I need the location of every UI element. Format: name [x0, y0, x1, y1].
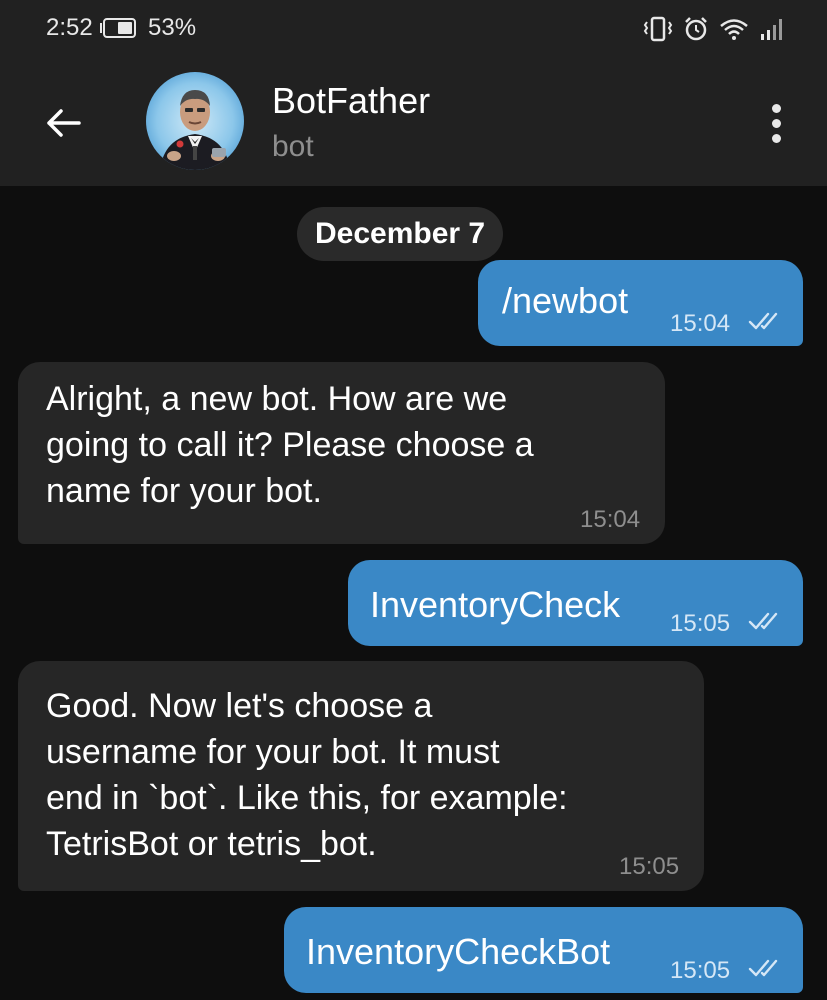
outgoing-message[interactable]: InventoryCheckBot 15:05 — [284, 907, 803, 993]
back-button[interactable] — [36, 96, 90, 150]
back-arrow-icon — [47, 109, 81, 137]
message-time: 15:05 — [619, 853, 680, 880]
message-time: 15:05 — [670, 610, 731, 637]
botfather-avatar-image — [160, 90, 230, 170]
chat-title[interactable]: BotFather — [272, 80, 430, 122]
message-time: 15:04 — [580, 506, 641, 533]
outgoing-message[interactable]: /newbot 15:04 — [478, 260, 803, 346]
chat-header: BotFather bot — [0, 58, 827, 186]
alarm-icon — [685, 17, 707, 41]
message-text: /newbot — [502, 280, 629, 321]
chat-subtitle: bot — [272, 130, 314, 163]
read-receipt-icon — [748, 312, 778, 330]
menu-dot — [771, 118, 781, 128]
avatar[interactable] — [146, 72, 244, 170]
read-receipt-icon — [748, 612, 778, 630]
message-text: InventoryCheck — [370, 584, 621, 625]
battery-icon — [100, 18, 136, 38]
message-text: InventoryCheckBot — [306, 931, 611, 972]
status-icons — [643, 14, 787, 44]
vibrate-icon — [643, 16, 673, 42]
date-separator: December 7 — [297, 207, 504, 261]
wifi-icon — [720, 19, 748, 40]
incoming-message[interactable]: Alright, a new bot. How are we going to … — [18, 362, 665, 544]
menu-dot — [771, 103, 781, 113]
message-time: 15:04 — [670, 310, 731, 337]
menu-dot — [771, 133, 781, 143]
outgoing-message[interactable]: InventoryCheck 15:05 — [348, 560, 803, 646]
message-time: 15:05 — [670, 957, 731, 984]
read-receipt-icon — [748, 959, 778, 977]
message-text: Alright, a new bot. How are we going to … — [46, 380, 534, 510]
signal-icon — [761, 19, 782, 40]
message-text: Good. Now let's choose a username for yo… — [46, 687, 568, 863]
telegram-chat-screen: 2:52 53% BotFather bot December 7 /newbo… — [0, 0, 827, 1000]
incoming-message[interactable]: Good. Now let's choose a username for yo… — [18, 661, 704, 891]
status-bar: 2:52 53% — [0, 0, 827, 58]
more-vert-icon[interactable] — [761, 96, 791, 150]
status-time: 2:52 — [46, 14, 93, 41]
battery-percent: 53% — [148, 14, 197, 41]
message-list[interactable]: December 7 /newbot 15:04 Alright, a new … — [0, 186, 827, 1000]
